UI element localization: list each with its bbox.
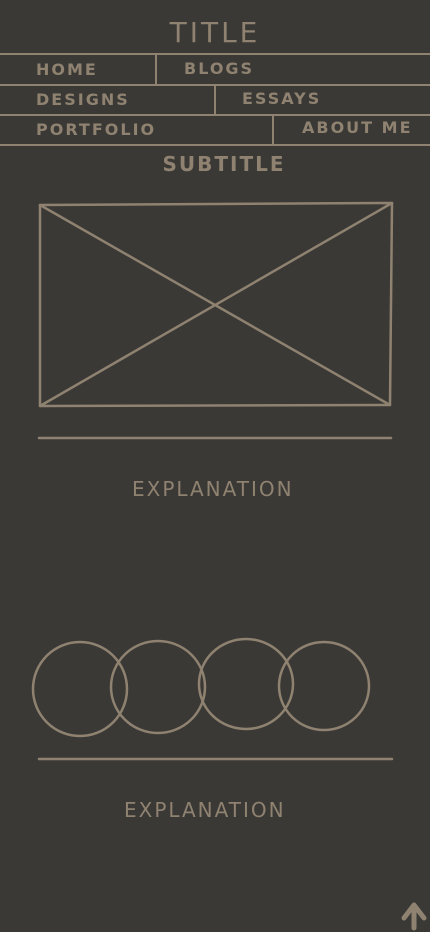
arrow-up-icon[interactable]: [401, 902, 427, 931]
section-explanation: EXPLANATION: [132, 477, 294, 501]
section-explanation: EXPLANATION: [124, 798, 286, 822]
four-overlapping-circles: [31, 637, 371, 738]
circle: [31, 640, 129, 738]
image-placeholder: [38, 201, 394, 408]
circle: [109, 639, 207, 735]
wireframe-graphics: [31, 201, 427, 931]
